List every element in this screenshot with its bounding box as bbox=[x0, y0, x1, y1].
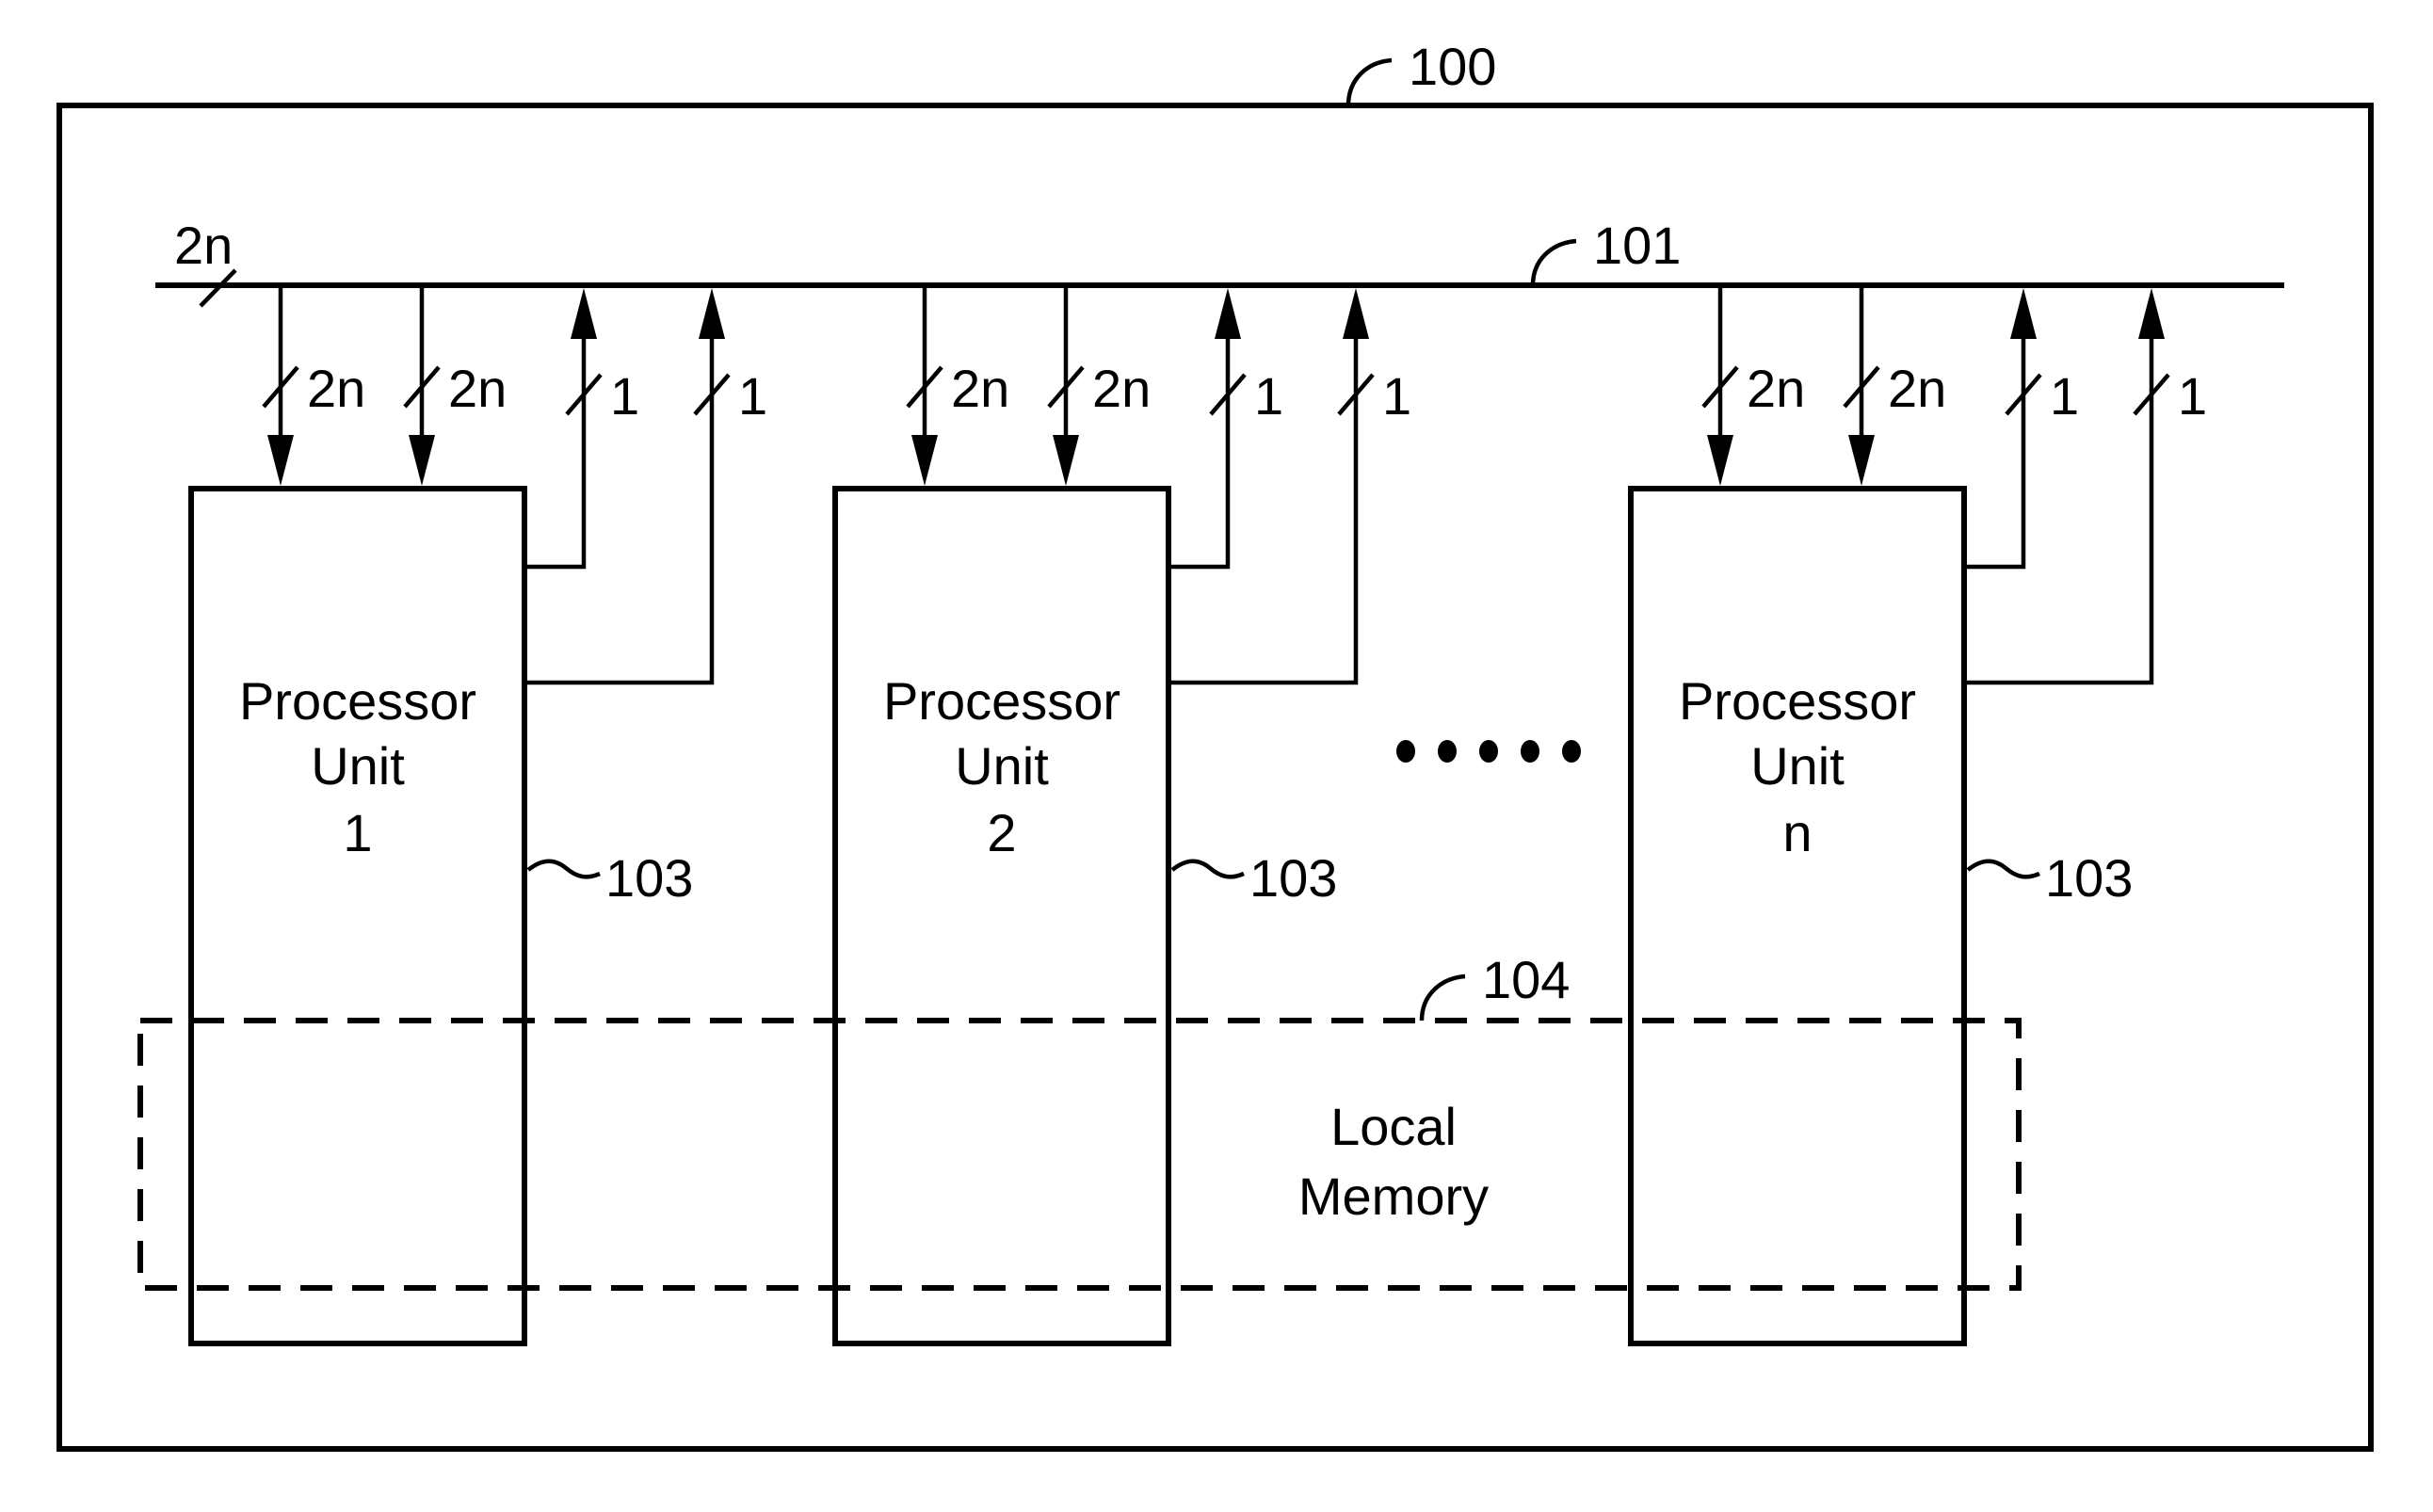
processor-units: ProcessorUnit12n 2n 1 1103ProcessorUnit22n 2… bbox=[188, 285, 2207, 1346]
local-memory-label-line1: Local bbox=[1330, 1097, 1457, 1156]
processor-unit-label-1: Processor bbox=[239, 671, 476, 731]
processor-ref-label: 103 bbox=[605, 848, 693, 908]
input-arrow: 2n bbox=[1701, 285, 1805, 486]
memory-ref-label: 104 bbox=[1482, 950, 1570, 1009]
input-arrow: 2n bbox=[403, 285, 507, 486]
output-arrow: 1 bbox=[524, 288, 767, 685]
processor-unit-label-1: Processor bbox=[883, 671, 1120, 731]
processor-ref-leader bbox=[526, 859, 601, 879]
multiprocessor-diagram: 100 2n 101 104 Local Memory ProcessorUni… bbox=[56, 37, 2374, 1452]
output-width-label: 1 bbox=[2050, 366, 2079, 426]
processor-unit-3: ProcessorUnit n 2n 2n 1 1 103 bbox=[1628, 285, 2207, 1346]
processor-unit-label-3: n bbox=[1782, 803, 1812, 862]
ellipsis-dots bbox=[1396, 740, 1581, 763]
output-width-label: 1 bbox=[1382, 366, 1411, 426]
input-width-label: 2n bbox=[448, 359, 507, 418]
input-arrow: 2n bbox=[1047, 285, 1151, 486]
input-arrow: 2n bbox=[262, 285, 365, 486]
input-arrow: 2n bbox=[906, 285, 1009, 486]
arrowhead-up-icon bbox=[571, 288, 597, 339]
processor-ref-leader bbox=[1966, 859, 2040, 879]
memory-ref-leader bbox=[1419, 973, 1466, 1021]
processor-unit-box bbox=[1628, 486, 1967, 1346]
output-arrow: 1 bbox=[1964, 288, 2079, 570]
arrowhead-up-icon bbox=[699, 288, 725, 339]
output-width-label: 1 bbox=[738, 366, 767, 426]
arrowhead-up-icon bbox=[2138, 288, 2165, 339]
input-width-label: 2n bbox=[1092, 359, 1151, 418]
output-width-label: 1 bbox=[610, 366, 639, 426]
output-width-label: 1 bbox=[1254, 366, 1283, 426]
output-width-label: 1 bbox=[2178, 366, 2207, 426]
processor-unit-label-3: 1 bbox=[343, 803, 372, 862]
processor-unit-label-1: Processor bbox=[1679, 671, 1916, 731]
processor-unit-label-2: Unit bbox=[955, 736, 1049, 796]
processor-ref-leader bbox=[1170, 859, 1245, 879]
arrowhead-up-icon bbox=[2010, 288, 2037, 339]
output-arrow: 1 bbox=[1964, 288, 2207, 685]
processor-unit-box bbox=[832, 486, 1171, 1346]
input-width-label: 2n bbox=[951, 359, 1009, 418]
processor-ref-label: 103 bbox=[2045, 848, 2133, 908]
ellipsis-dot bbox=[1562, 740, 1581, 763]
processor-unit-label-2: Unit bbox=[1750, 736, 1845, 796]
bus-ref-leader bbox=[1530, 238, 1577, 286]
ellipsis-dot bbox=[1479, 740, 1498, 763]
arrowhead-down-icon bbox=[1053, 435, 1079, 486]
arrowhead-down-icon bbox=[1848, 435, 1875, 486]
local-memory-label-line2: Memory bbox=[1298, 1166, 1489, 1226]
input-width-label: 2n bbox=[1747, 359, 1805, 418]
ellipsis-dot bbox=[1396, 740, 1415, 763]
input-width-label: 2n bbox=[307, 359, 365, 418]
processor-ref-label: 103 bbox=[1249, 848, 1337, 908]
processor-unit-label-3: 2 bbox=[987, 803, 1016, 862]
output-arrow: 1 bbox=[1168, 288, 1283, 570]
input-width-label: 2n bbox=[1888, 359, 1946, 418]
arrowhead-down-icon bbox=[409, 435, 435, 486]
bus-ref-label: 101 bbox=[1593, 216, 1681, 275]
system-ref-label: 100 bbox=[1409, 37, 1496, 96]
arrowhead-down-icon bbox=[267, 435, 294, 486]
arrowhead-down-icon bbox=[911, 435, 938, 486]
output-arrow: 1 bbox=[524, 288, 639, 570]
arrowhead-down-icon bbox=[1707, 435, 1733, 486]
processor-unit-box bbox=[188, 486, 527, 1346]
local-memory-region bbox=[137, 1018, 2022, 1291]
processor-unit-label-2: Unit bbox=[311, 736, 405, 796]
arrowhead-up-icon bbox=[1215, 288, 1241, 339]
processor-unit-1: ProcessorUnit 1 2n 2n 1 1 103 bbox=[188, 285, 767, 1346]
bus-width-label: 2n bbox=[174, 216, 233, 275]
arrowhead-up-icon bbox=[1343, 288, 1369, 339]
ellipsis-dot bbox=[1438, 740, 1457, 763]
ellipsis-dot bbox=[1521, 740, 1539, 763]
system-ref-leader bbox=[1345, 57, 1393, 106]
output-arrow: 1 bbox=[1168, 288, 1411, 685]
input-arrow: 2n bbox=[1843, 285, 1946, 486]
